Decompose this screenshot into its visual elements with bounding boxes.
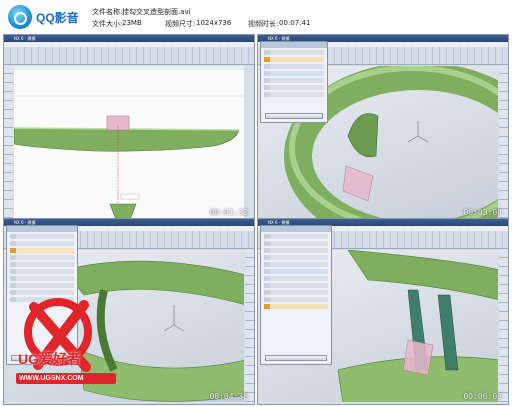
timestamp: 00:04:36 (209, 392, 248, 401)
file-name-label: 文件名称: (92, 8, 123, 16)
timestamp: 00:01:32 (209, 208, 248, 217)
dialog-panel[interactable] (260, 225, 332, 365)
qq-player-logo-icon (8, 5, 32, 29)
ug-watermark-logo: UG爱好者 WWW.UGSNX.COM (16, 287, 116, 397)
video-dimensions-label: 视频尺寸: (165, 20, 196, 28)
dialog-panel[interactable] (260, 41, 328, 123)
dialog-buttons[interactable] (265, 113, 323, 119)
resource-bar (499, 249, 508, 404)
watermark-url: WWW.UGSNX.COM (19, 375, 84, 382)
timestamp: 00:06:08 (463, 392, 502, 401)
resource-bar (245, 249, 254, 404)
resource-bar (499, 65, 508, 220)
app-name: QQ影音 (36, 11, 79, 25)
video-duration-label: 视频时长: (248, 20, 279, 28)
resource-bar (4, 65, 13, 220)
window-title-bar: NX 6 - 建模 (4, 35, 254, 42)
video-duration-value: 00:07:41 (279, 19, 311, 27)
thumbnail-2[interactable]: NX 6 - 建模 00:03:04 (257, 34, 509, 221)
timestamp: 00:03:04 (463, 208, 502, 217)
thumbnail-4[interactable]: NX 6 - 建模 00:06:08 (257, 218, 509, 405)
watermark-brand: UG爱好者 (18, 351, 81, 367)
file-size-label: 文件大小: (92, 20, 123, 28)
thumbnail-1[interactable]: NX 6 - 建模 00:01:32 (3, 34, 255, 221)
video-dimensions-value: 1024x736 (196, 19, 232, 27)
model-graphic (14, 66, 244, 218)
model-viewport (14, 66, 244, 218)
toolbar (4, 47, 254, 65)
dialog-buttons[interactable] (265, 355, 327, 361)
video-info-header: QQ影音 文件名称: 挂勾交叉造型剖面.avi 文件大小: 23MB 视频尺寸:… (0, 0, 512, 33)
file-size-value: 23MB (122, 19, 142, 27)
file-name-value: 挂勾交叉造型剖面.avi (122, 8, 191, 16)
